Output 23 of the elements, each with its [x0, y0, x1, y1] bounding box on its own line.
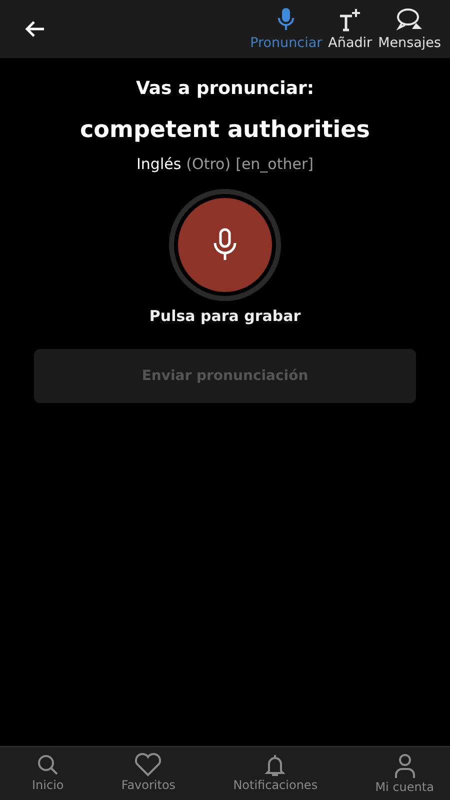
nav-item[interactable]: Favoritos	[119, 753, 178, 797]
word-text: competent authorities	[80, 117, 370, 143]
top-tab[interactable]: Mensajes	[375, 5, 444, 53]
record-button[interactable]	[178, 198, 272, 292]
bell-icon	[264, 753, 286, 777]
language-name: Inglés	[136, 155, 182, 173]
language-variant: (Otro)	[186, 155, 231, 173]
nav-item[interactable]: Mi cuenta	[373, 753, 436, 797]
text-plus-icon	[338, 7, 362, 33]
record-hint: Pulsa para grabar	[149, 307, 301, 325]
heading: Vas a pronunciar:	[136, 78, 314, 99]
back-arrow-icon	[24, 20, 46, 38]
nav-item[interactable]: Notificaciones	[231, 753, 320, 797]
heart-icon	[134, 753, 162, 777]
chat-icon	[396, 7, 424, 33]
search-icon	[36, 753, 60, 777]
microphone-icon	[276, 7, 296, 33]
nav-item[interactable]: Inicio	[30, 753, 66, 797]
language-code: [en_other]	[236, 155, 314, 173]
top-tab[interactable]: Pronunciar	[247, 5, 326, 53]
person-icon	[392, 753, 417, 779]
microphone-icon	[212, 228, 238, 262]
top-tab[interactable]: Añadir	[325, 5, 376, 53]
